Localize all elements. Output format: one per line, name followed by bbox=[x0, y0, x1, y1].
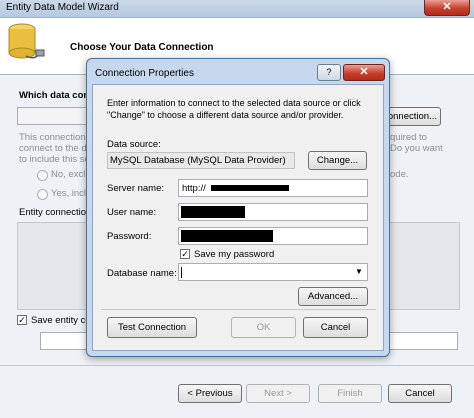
next-button[interactable]: Next > bbox=[246, 384, 310, 403]
dialog-client-area: Enter information to connect to the sele… bbox=[92, 84, 384, 351]
page-title: Choose Your Data Connection bbox=[70, 42, 214, 53]
wizard-close-button[interactable]: ✕ bbox=[424, 0, 470, 16]
dialog-help-button[interactable]: ? bbox=[317, 64, 341, 81]
which-data-connection-label: Which data conn bbox=[19, 90, 95, 101]
radio-exclude-label: No, exclu bbox=[51, 169, 91, 180]
database-name-label: Database name: bbox=[107, 268, 177, 279]
dialog-cancel-button[interactable]: Cancel bbox=[303, 317, 368, 338]
user-name-label: User name: bbox=[107, 207, 157, 218]
connection-dropdown[interactable] bbox=[17, 107, 87, 125]
server-name-label: Server name: bbox=[107, 183, 165, 194]
chevron-down-icon[interactable]: ▼ bbox=[355, 267, 363, 276]
database-icon bbox=[8, 23, 45, 59]
ok-button[interactable]: OK bbox=[231, 317, 296, 338]
advanced-button[interactable]: Advanced... bbox=[298, 287, 368, 306]
save-entity-checkbox[interactable] bbox=[17, 315, 27, 325]
data-source-value: MySQL Database (MySQL Data Provider) bbox=[110, 155, 286, 166]
finish-button[interactable]: Finish bbox=[318, 384, 382, 403]
instructions-line1: Enter information to connect to the sele… bbox=[107, 98, 361, 108]
password-label: Password: bbox=[107, 231, 152, 242]
text-cursor bbox=[181, 267, 182, 278]
user-name-input[interactable] bbox=[178, 203, 368, 221]
info-text-line2: connect to the da bbox=[19, 143, 92, 154]
instructions-line2: "Change" to choose a different data sour… bbox=[107, 110, 344, 120]
user-name-redaction bbox=[181, 206, 245, 218]
radio-include[interactable] bbox=[37, 189, 48, 200]
help-icon: ? bbox=[326, 67, 332, 77]
dialog-title: Connection Properties bbox=[95, 68, 194, 79]
footer-divider bbox=[0, 365, 474, 366]
server-name-input[interactable]: http:// bbox=[178, 179, 368, 197]
radio-exclude-label-right: ode. bbox=[390, 169, 409, 180]
radio-exclude[interactable] bbox=[37, 170, 48, 181]
save-password-label: Save my password bbox=[194, 249, 275, 260]
change-button[interactable]: Change... bbox=[308, 151, 367, 170]
database-name-select[interactable]: ▼ bbox=[178, 263, 368, 281]
server-name-redaction bbox=[211, 185, 289, 191]
entity-connection-label: Entity connection bbox=[19, 207, 92, 218]
close-icon: ✕ bbox=[359, 66, 369, 78]
dialog-divider bbox=[101, 309, 376, 310]
info-text-line1-right: quired to bbox=[390, 132, 427, 143]
wizard-cancel-button[interactable]: Cancel bbox=[388, 384, 452, 403]
info-text-line1: This connection s bbox=[19, 132, 93, 143]
wizard-title: Entity Data Model Wizard bbox=[6, 2, 119, 13]
info-text-line2-right: Do you want bbox=[390, 143, 443, 154]
data-source-field: MySQL Database (MySQL Data Provider) bbox=[107, 152, 295, 169]
server-name-value: http:// bbox=[182, 183, 206, 194]
wizard-titlebar: Entity Data Model Wizard bbox=[0, 0, 474, 18]
close-icon: ✕ bbox=[442, 1, 452, 13]
previous-button[interactable]: < Previous bbox=[178, 384, 242, 403]
info-text-line3: to include this se bbox=[19, 154, 90, 165]
test-connection-button[interactable]: Test Connection bbox=[107, 317, 197, 338]
password-redaction bbox=[181, 230, 273, 242]
save-entity-label: Save entity co bbox=[31, 315, 91, 326]
dialog-close-button[interactable]: ✕ bbox=[343, 64, 385, 81]
password-input[interactable] bbox=[178, 227, 368, 245]
save-password-checkbox[interactable] bbox=[180, 249, 190, 259]
data-source-label: Data source: bbox=[107, 139, 161, 150]
connection-properties-dialog: Connection Properties ? ✕ Enter informat… bbox=[86, 58, 390, 357]
